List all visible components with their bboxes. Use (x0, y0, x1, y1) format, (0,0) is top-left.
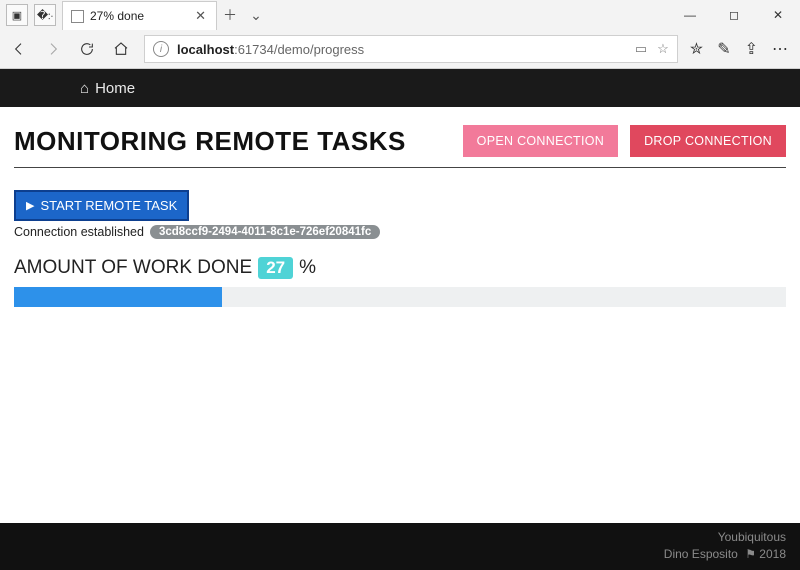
tab-overflow-button[interactable]: ⌄ (243, 0, 269, 30)
percent-suffix: % (299, 257, 316, 279)
reading-view-icon[interactable]: ▭ (635, 41, 647, 57)
minimize-button[interactable]: — (668, 0, 712, 30)
nav-home-link[interactable]: Home (95, 80, 135, 97)
home-icon: ⌂ (80, 80, 89, 97)
favorites-hub-icon[interactable]: ✮ (690, 39, 703, 59)
back-button[interactable] (8, 38, 30, 60)
close-window-button[interactable]: ✕ (756, 0, 800, 30)
close-tab-button[interactable]: ✕ (193, 8, 208, 24)
toolbar: i localhost:61734/demo/progress ▭ ☆ ✮ ✎ … (0, 30, 800, 68)
title-bar: ▣ �჻ 27% done ✕ ＋ ⌄ — ◻ ✕ (0, 0, 800, 30)
more-icon[interactable]: ⋯ (772, 39, 788, 59)
start-button-label: START REMOTE TASK (40, 198, 177, 213)
page-title: MONITORING REMOTE TASKS (14, 126, 451, 157)
open-connection-button[interactable]: OPEN CONNECTION (463, 125, 618, 157)
start-remote-task-button[interactable]: ▶ START REMOTE TASK (14, 190, 189, 221)
main-content: MONITORING REMOTE TASKS OPEN CONNECTION … (0, 107, 800, 317)
connection-status: Connection established 3cd8ccf9-2494-401… (14, 225, 786, 239)
progress-bar-fill (14, 287, 222, 307)
url-text: localhost:61734/demo/progress (177, 42, 364, 57)
home-button[interactable] (110, 38, 132, 60)
work-done-row: AMOUNT OF WORK DONE 27 % (14, 257, 786, 279)
site-info-icon[interactable]: i (153, 41, 169, 57)
new-tab-button[interactable]: ＋ (217, 0, 243, 30)
sidebar-toggle-button[interactable]: ▣ (6, 4, 28, 26)
connection-id-badge: 3cd8ccf9-2494-4011-8c1e-726ef20841fc (150, 225, 380, 239)
play-icon: ▶ (26, 199, 34, 212)
page-footer: Youbiquitous Dino Esposito ⚑ 2018 (0, 523, 800, 570)
status-text: Connection established (14, 225, 144, 239)
browser-tab[interactable]: 27% done ✕ (62, 1, 217, 30)
tag-icon: ⚑ (745, 547, 756, 561)
header-row: MONITORING REMOTE TASKS OPEN CONNECTION … (14, 125, 786, 168)
percent-badge: 27 (258, 257, 293, 279)
address-bar[interactable]: i localhost:61734/demo/progress ▭ ☆ (144, 35, 678, 63)
site-navbar: ⌂ Home (0, 69, 800, 107)
footer-year: 2018 (759, 547, 786, 561)
notes-icon[interactable]: ✎ (717, 39, 730, 59)
page-viewport: ⌂ Home MONITORING REMOTE TASKS OPEN CONN… (0, 69, 800, 570)
progress-bar (14, 287, 786, 307)
footer-author: Dino Esposito (664, 547, 738, 561)
work-label: AMOUNT OF WORK DONE (14, 257, 252, 279)
footer-brand: Youbiquitous (14, 529, 786, 546)
share-icon[interactable]: ⇪ (745, 39, 758, 59)
browser-chrome: ▣ �჻ 27% done ✕ ＋ ⌄ — ◻ ✕ i localhost:61… (0, 0, 800, 69)
maximize-button[interactable]: ◻ (712, 0, 756, 30)
forward-button[interactable] (42, 38, 64, 60)
page-icon (71, 10, 84, 23)
tab-title: 27% done (90, 9, 187, 23)
refresh-button[interactable] (76, 38, 98, 60)
favorite-icon[interactable]: ☆ (657, 41, 669, 57)
drop-connection-button[interactable]: DROP CONNECTION (630, 125, 786, 157)
tab-actions-button[interactable]: �჻ (34, 4, 56, 26)
